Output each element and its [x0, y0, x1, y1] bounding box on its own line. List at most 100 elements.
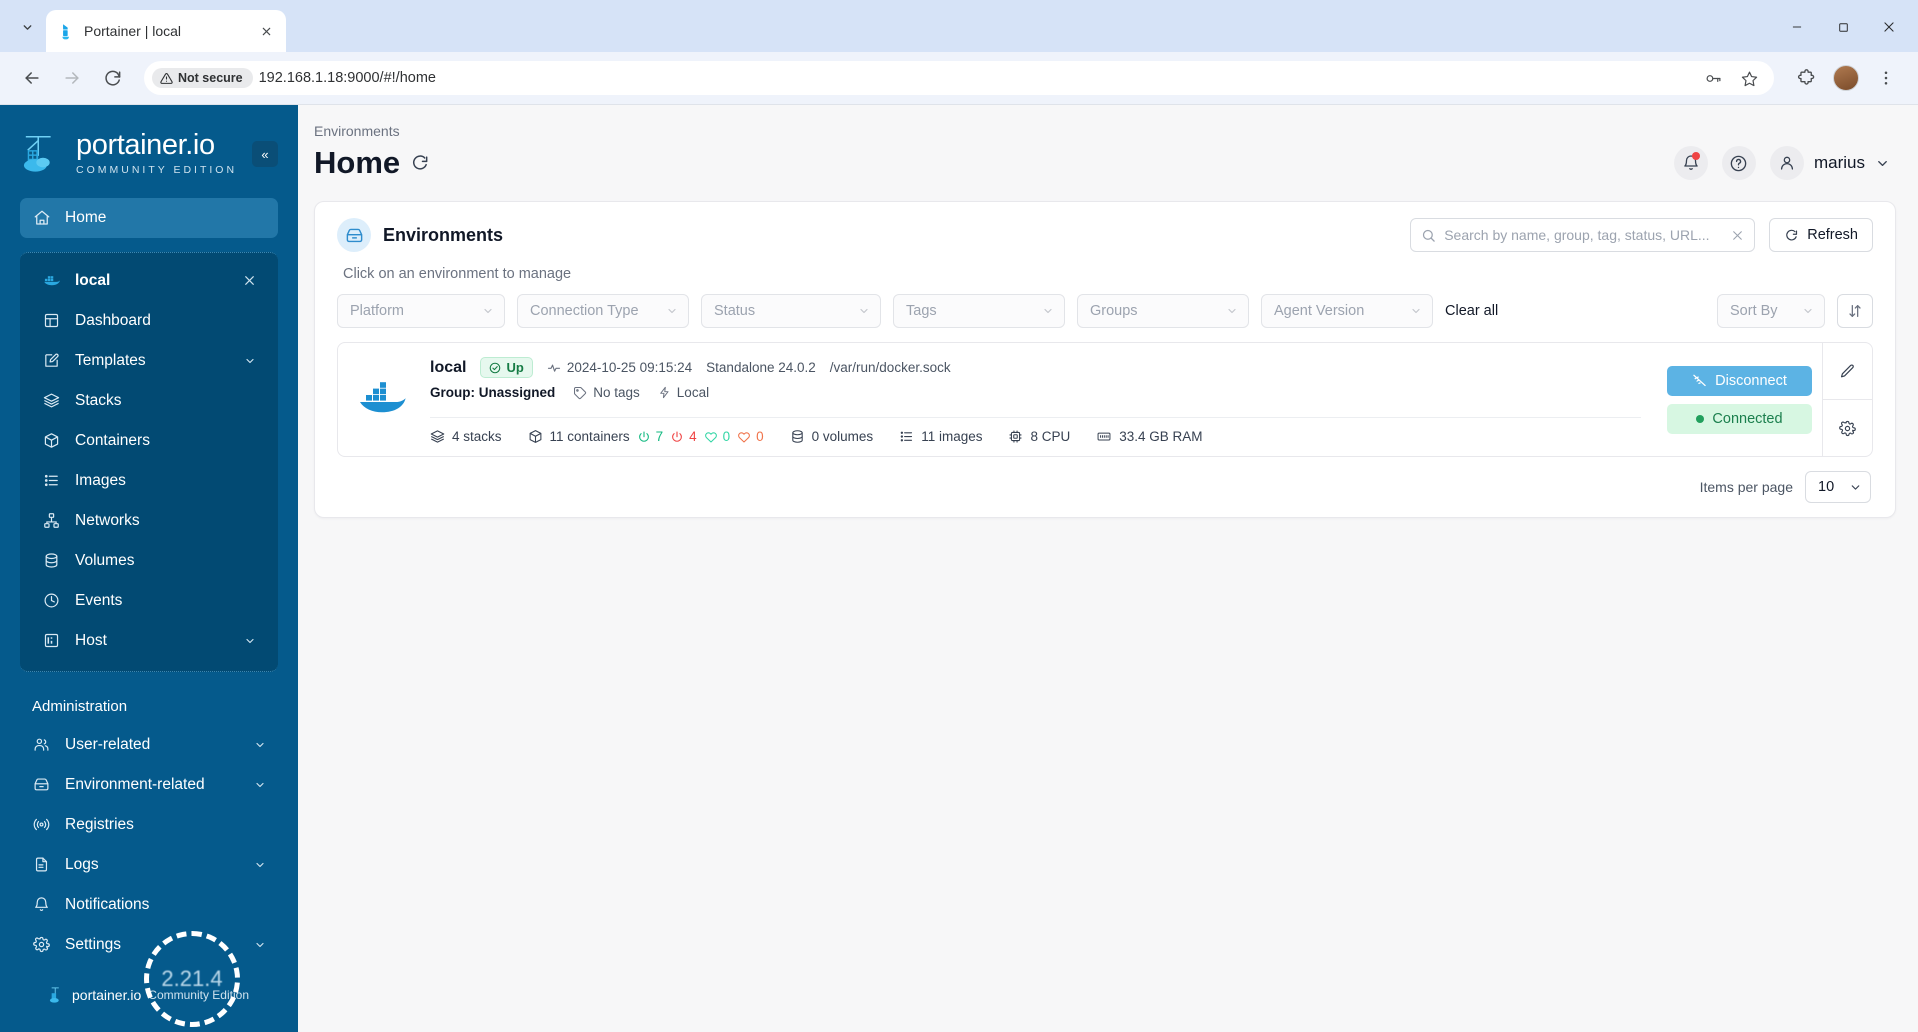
sidebar-item-label: Notifications	[65, 895, 150, 913]
sidebar-item-user-related[interactable]: User-related	[20, 725, 278, 765]
reload-icon[interactable]	[94, 60, 130, 96]
back-arrow-icon[interactable]	[14, 60, 50, 96]
sidebar-item-label: Registries	[65, 815, 134, 833]
sidebar-collapse-button[interactable]: «	[252, 141, 278, 167]
chevron-down-icon	[666, 305, 678, 317]
filter-label: Connection Type	[530, 303, 639, 319]
close-icon[interactable]	[243, 274, 256, 287]
stat-containers-stopped: 4	[670, 429, 697, 444]
browser-tab-title: Portainer | local	[84, 23, 182, 39]
refresh-button[interactable]: Refresh	[1769, 218, 1873, 252]
disconnect-button[interactable]: Disconnect	[1667, 365, 1812, 396]
stat-stacks-value: 4 stacks	[452, 429, 502, 444]
address-bar[interactable]: Not secure 192.168.1.18:9000/#!/home	[144, 61, 1774, 95]
chevron-down-icon[interactable]	[254, 859, 266, 871]
filter-connection-type[interactable]: Connection Type	[517, 294, 689, 328]
chevron-down-icon	[1802, 305, 1814, 317]
items-per-page-select[interactable]: 10	[1805, 471, 1871, 503]
stat-stacks: 4 stacks	[430, 429, 502, 444]
omnibox-actions	[1690, 65, 1762, 91]
notifications-button[interactable]	[1673, 146, 1708, 180]
sidebar-item-volumes[interactable]: Volumes	[30, 541, 268, 581]
security-indicator[interactable]: Not secure	[152, 68, 253, 88]
sidebar-item-events[interactable]: Events	[30, 581, 268, 621]
sidebar-item-host[interactable]: Host	[30, 621, 268, 661]
stat-containers-running: 7	[637, 429, 664, 444]
sidebar-item-logs[interactable]: Logs	[20, 845, 278, 885]
help-button[interactable]	[1721, 146, 1756, 180]
chevron-down-icon[interactable]	[254, 939, 266, 951]
sidebar-item-label: Networks	[75, 511, 140, 529]
environment-stats: 4 stacks 11 containers 7 4 0 0 0 volumes…	[430, 417, 1641, 444]
tab-search-chevron-icon[interactable]	[10, 10, 44, 44]
chevron-down-icon[interactable]	[244, 355, 256, 367]
minimize-icon[interactable]	[1774, 10, 1820, 44]
clear-all-button[interactable]: Clear all	[1445, 303, 1498, 319]
sidebar-item-templates[interactable]: Templates	[30, 341, 268, 381]
window-close-icon[interactable]	[1866, 10, 1912, 44]
filter-groups[interactable]: Groups	[1077, 294, 1249, 328]
sidebar-item-networks[interactable]: Networks	[30, 501, 268, 541]
breadcrumb[interactable]: Environments	[314, 123, 1890, 139]
tag-icon	[573, 386, 587, 400]
sidebar-item-registries[interactable]: Registries	[20, 805, 278, 845]
containers-box-icon	[42, 431, 61, 450]
maximize-icon[interactable]	[1820, 10, 1866, 44]
sidebar-item-notifications[interactable]: Notifications	[20, 885, 278, 925]
browser-toolbar: Not secure 192.168.1.18:9000/#!/home	[0, 52, 1918, 105]
chevron-down-icon[interactable]	[254, 739, 266, 751]
chevron-down-icon[interactable]	[244, 635, 256, 647]
sidebar-brand: portainer.io	[76, 129, 215, 161]
sidebar-item-containers[interactable]: Containers	[30, 421, 268, 461]
sidebar-environment-header[interactable]: local	[30, 261, 268, 301]
status-dot-icon	[1696, 414, 1705, 423]
filter-label: Groups	[1090, 303, 1138, 319]
sidebar-item-home[interactable]: Home	[20, 197, 278, 238]
connected-status-chip: Connected	[1667, 403, 1812, 434]
sidebar-item-label: Volumes	[75, 551, 135, 569]
filter-status[interactable]: Status	[701, 294, 881, 328]
star-icon[interactable]	[1736, 65, 1762, 91]
environment-tags: No tags	[573, 385, 640, 400]
filter-tags[interactable]: Tags	[893, 294, 1065, 328]
edit-environment-button[interactable]	[1823, 343, 1872, 399]
tab-close-icon[interactable]	[256, 21, 276, 41]
kebab-menu-icon[interactable]	[1868, 60, 1904, 96]
chevron-down-icon	[482, 305, 494, 317]
sidebar-version: 2.21.4	[161, 966, 223, 991]
pencil-edit-icon	[1839, 363, 1856, 380]
gear-icon	[32, 935, 51, 954]
filter-platform[interactable]: Platform	[337, 294, 505, 328]
running-count: 7	[655, 429, 664, 444]
sidebar-item-label: Stacks	[75, 391, 122, 409]
chevron-down-icon[interactable]	[254, 779, 266, 791]
search-input[interactable]: Search by name, group, tag, status, URL.…	[1410, 218, 1756, 252]
environment-settings-button[interactable]	[1823, 399, 1872, 456]
sidebar-item-images[interactable]: Images	[30, 461, 268, 501]
environment-card[interactable]: local Up 2024-10-25 09:15:24 Standalone …	[337, 342, 1873, 457]
bolt-icon	[658, 386, 671, 399]
sidebar-item-label: Settings	[65, 935, 122, 953]
filter-agent-version[interactable]: Agent Version	[1261, 294, 1433, 328]
chrome-profile-avatar[interactable]	[1828, 60, 1864, 96]
sidebar-item-environment-related[interactable]: Environment-related	[20, 765, 278, 805]
environment-box-icon	[32, 775, 51, 794]
password-key-icon[interactable]	[1700, 65, 1726, 91]
search-clear-icon[interactable]	[1731, 229, 1744, 242]
chevron-down-icon[interactable]	[1875, 156, 1890, 171]
sidebar-item-dashboard[interactable]: Dashboard	[30, 301, 268, 341]
sidebar: portainer.io COMMUNITY EDITION « Home lo…	[0, 105, 298, 1032]
search-placeholder: Search by name, group, tag, status, URL.…	[1444, 227, 1710, 243]
check-circle-icon	[489, 362, 501, 374]
images-list-icon	[42, 471, 61, 490]
panel-header: Environments Search by name, group, tag,…	[315, 202, 1895, 260]
dashboard-icon	[42, 311, 61, 330]
browser-tab[interactable]: Portainer | local	[46, 10, 286, 52]
refresh-icon[interactable]	[410, 153, 430, 173]
stat-containers-value: 11 containers	[549, 429, 630, 444]
sort-by-select[interactable]: Sort By	[1717, 294, 1825, 328]
puzzle-icon[interactable]	[1788, 60, 1824, 96]
sort-direction-button[interactable]	[1837, 294, 1873, 328]
sidebar-item-stacks[interactable]: Stacks	[30, 381, 268, 421]
user-menu[interactable]: marius	[1769, 146, 1890, 180]
